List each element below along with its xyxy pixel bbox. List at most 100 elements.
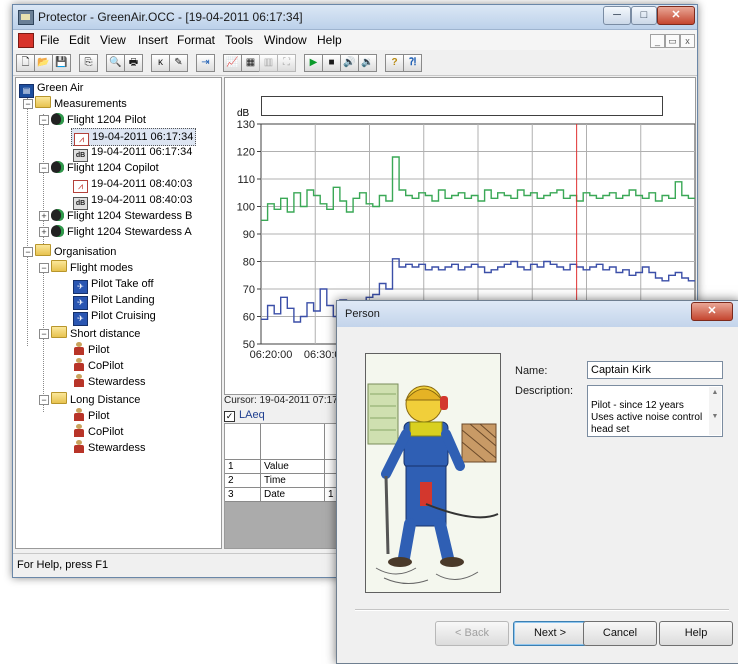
dialog-close-button[interactable]: ✕	[691, 302, 733, 321]
project-icon: ▤	[19, 84, 34, 98]
new-file-icon[interactable]: 🗋	[16, 54, 35, 72]
context-help-icon[interactable]: ⁈	[403, 54, 422, 72]
tree-root[interactable]: ▤ Green Air	[19, 80, 83, 98]
tree-short-distance[interactable]: Short distance	[51, 326, 140, 342]
menu-tools[interactable]: Tools	[225, 33, 253, 47]
edit-icon[interactable]: ✎	[169, 54, 188, 72]
tree-ld-stewardess[interactable]: Stewardess	[73, 440, 145, 456]
tree-flight-pilot[interactable]: Flight 1204 Pilot	[51, 112, 146, 128]
help-icon[interactable]: ?	[385, 54, 404, 72]
tree-copilot-record-db[interactable]: dB 19-04-2011 08:40:03	[73, 192, 192, 210]
save-icon[interactable]: 💾	[52, 54, 71, 72]
back-button[interactable]: < Back	[435, 621, 509, 646]
grid-row-label: Time	[261, 474, 325, 488]
dialog-title: Person	[345, 308, 380, 320]
tree-flight-modes[interactable]: Flight modes	[51, 260, 133, 276]
tree-pilot-record-db[interactable]: dB 19-04-2011 06:17:34	[73, 144, 192, 162]
tree-sd-copilot[interactable]: CoPilot	[73, 358, 123, 374]
print-preview-icon[interactable]: 🔍	[106, 54, 125, 72]
menu-view[interactable]: View	[100, 33, 126, 47]
tree-flight-stewardess-b[interactable]: Flight 1204 Stewardess B	[51, 208, 192, 224]
menu-edit[interactable]: Edit	[69, 33, 90, 47]
menu-file[interactable]: File	[40, 33, 59, 47]
mdi-minimize-button[interactable]: _	[650, 34, 665, 48]
expand-toggle[interactable]: −	[39, 395, 49, 405]
expand-toggle[interactable]: −	[23, 99, 33, 109]
speaker-loud-icon[interactable]: 🔊	[340, 54, 359, 72]
chart-icon[interactable]: 📈	[223, 54, 242, 72]
tree-pilot-landing[interactable]: ✈ Pilot Landing	[73, 292, 155, 310]
mdi-restore-button[interactable]: ▭	[665, 34, 680, 48]
name-field[interactable]: Captain Kirk	[587, 361, 723, 379]
status-text: For Help, press F1	[17, 559, 109, 571]
tree-long-distance[interactable]: Long Distance	[51, 392, 140, 408]
person-dialog: Person ✕ Name: Captain Kirk Description:…	[336, 300, 738, 664]
grid-header	[261, 424, 325, 460]
title-bar[interactable]: Protector - GreenAir.OCC - [19-04-2011 0…	[13, 5, 697, 30]
grid-corner	[225, 424, 261, 460]
help-button[interactable]: Help	[659, 621, 733, 646]
document-icon[interactable]	[18, 33, 34, 48]
speaker-icon[interactable]: 🔉	[358, 54, 377, 72]
dialog-title-bar[interactable]: Person ✕	[337, 301, 738, 327]
expand-toggle[interactable]: +	[39, 211, 49, 221]
expand-toggle[interactable]: +	[39, 227, 49, 237]
cursor-readout: Cursor: 19-04-2011 07:17:	[224, 395, 341, 406]
print-icon[interactable]: 🖶	[124, 54, 143, 72]
folder-icon	[51, 326, 67, 338]
table-icon[interactable]: ▦	[241, 54, 260, 72]
cancel-button[interactable]: Cancel	[583, 621, 657, 646]
tree-pilot-cruising[interactable]: ✈ Pilot Cruising	[73, 308, 156, 326]
y-tick-label: 110	[237, 174, 255, 186]
tree-copilot-record[interactable]: ⩘ 19-04-2011 08:40:03	[73, 176, 192, 193]
zoom-chart-icon[interactable]: ⛶	[277, 54, 296, 72]
tree-sd-stewardess[interactable]: Stewardess	[73, 374, 145, 390]
laeq-checkbox[interactable]: ✓	[224, 411, 235, 422]
expand-toggle[interactable]: −	[39, 163, 49, 173]
mdi-close-button[interactable]: x	[680, 34, 695, 48]
description-scrollbar[interactable]: ▲ ▼	[709, 387, 721, 435]
menu-format[interactable]: Format	[177, 33, 215, 47]
menu-insert[interactable]: Insert	[138, 33, 168, 47]
tree-measurements[interactable]: Measurements	[35, 96, 127, 112]
tree-ld-copilot[interactable]: CoPilot	[73, 424, 123, 440]
y-tick-label: 120	[237, 147, 255, 159]
maximize-button[interactable]: □	[631, 6, 657, 25]
tree-organisation[interactable]: Organisation	[35, 244, 116, 260]
expand-toggle[interactable]: −	[39, 329, 49, 339]
cursor-icon[interactable]: ⇥	[196, 54, 215, 72]
person-icon	[73, 374, 85, 387]
grid-row-label: Date	[261, 488, 325, 502]
person-icon	[73, 424, 85, 437]
bar-chart-icon[interactable]: ▥	[259, 54, 278, 72]
x-tick-label: 06:20:00	[250, 349, 293, 361]
person-picture	[365, 353, 501, 593]
headset-icon	[51, 225, 64, 237]
minimize-button[interactable]: ─	[603, 6, 631, 25]
menu-window[interactable]: Window	[264, 33, 307, 47]
menu-help[interactable]: Help	[317, 33, 342, 47]
tree-flight-copilot[interactable]: Flight 1204 Copilot	[51, 160, 159, 176]
project-tree[interactable]: ▤ Green Air − Measurements − Flight 1204 …	[15, 77, 222, 549]
description-label: Description:	[515, 385, 574, 397]
headset-icon	[51, 161, 64, 173]
expand-toggle[interactable]: −	[23, 247, 33, 257]
analysis-icon[interactable]: ĸ	[151, 54, 170, 72]
folder-icon	[51, 260, 67, 272]
tree-flight-stewardess-a[interactable]: Flight 1204 Stewardess A	[51, 224, 192, 240]
expand-toggle[interactable]: −	[39, 115, 49, 125]
tree-ld-pilot[interactable]: Pilot	[73, 408, 109, 424]
tree-pilot-takeoff[interactable]: ✈ Pilot Take off	[73, 276, 154, 294]
open-folder-icon[interactable]: 📂	[34, 54, 53, 72]
menu-bar: File Edit View Insert Format Tools Windo…	[13, 30, 697, 50]
play-icon[interactable]: ▶	[304, 54, 323, 72]
description-field[interactable]: Pilot - since 12 years Uses active noise…	[587, 385, 723, 437]
laeq-label: LAeq	[239, 409, 265, 421]
copy-icon[interactable]: ⎘	[79, 54, 98, 72]
next-button[interactable]: Next >	[513, 621, 587, 646]
expand-toggle[interactable]: −	[39, 263, 49, 273]
close-button[interactable]: ✕	[657, 6, 695, 25]
y-tick-label: 90	[243, 229, 255, 241]
stop-icon[interactable]: ■	[322, 54, 341, 72]
tree-sd-pilot[interactable]: Pilot	[73, 342, 109, 358]
